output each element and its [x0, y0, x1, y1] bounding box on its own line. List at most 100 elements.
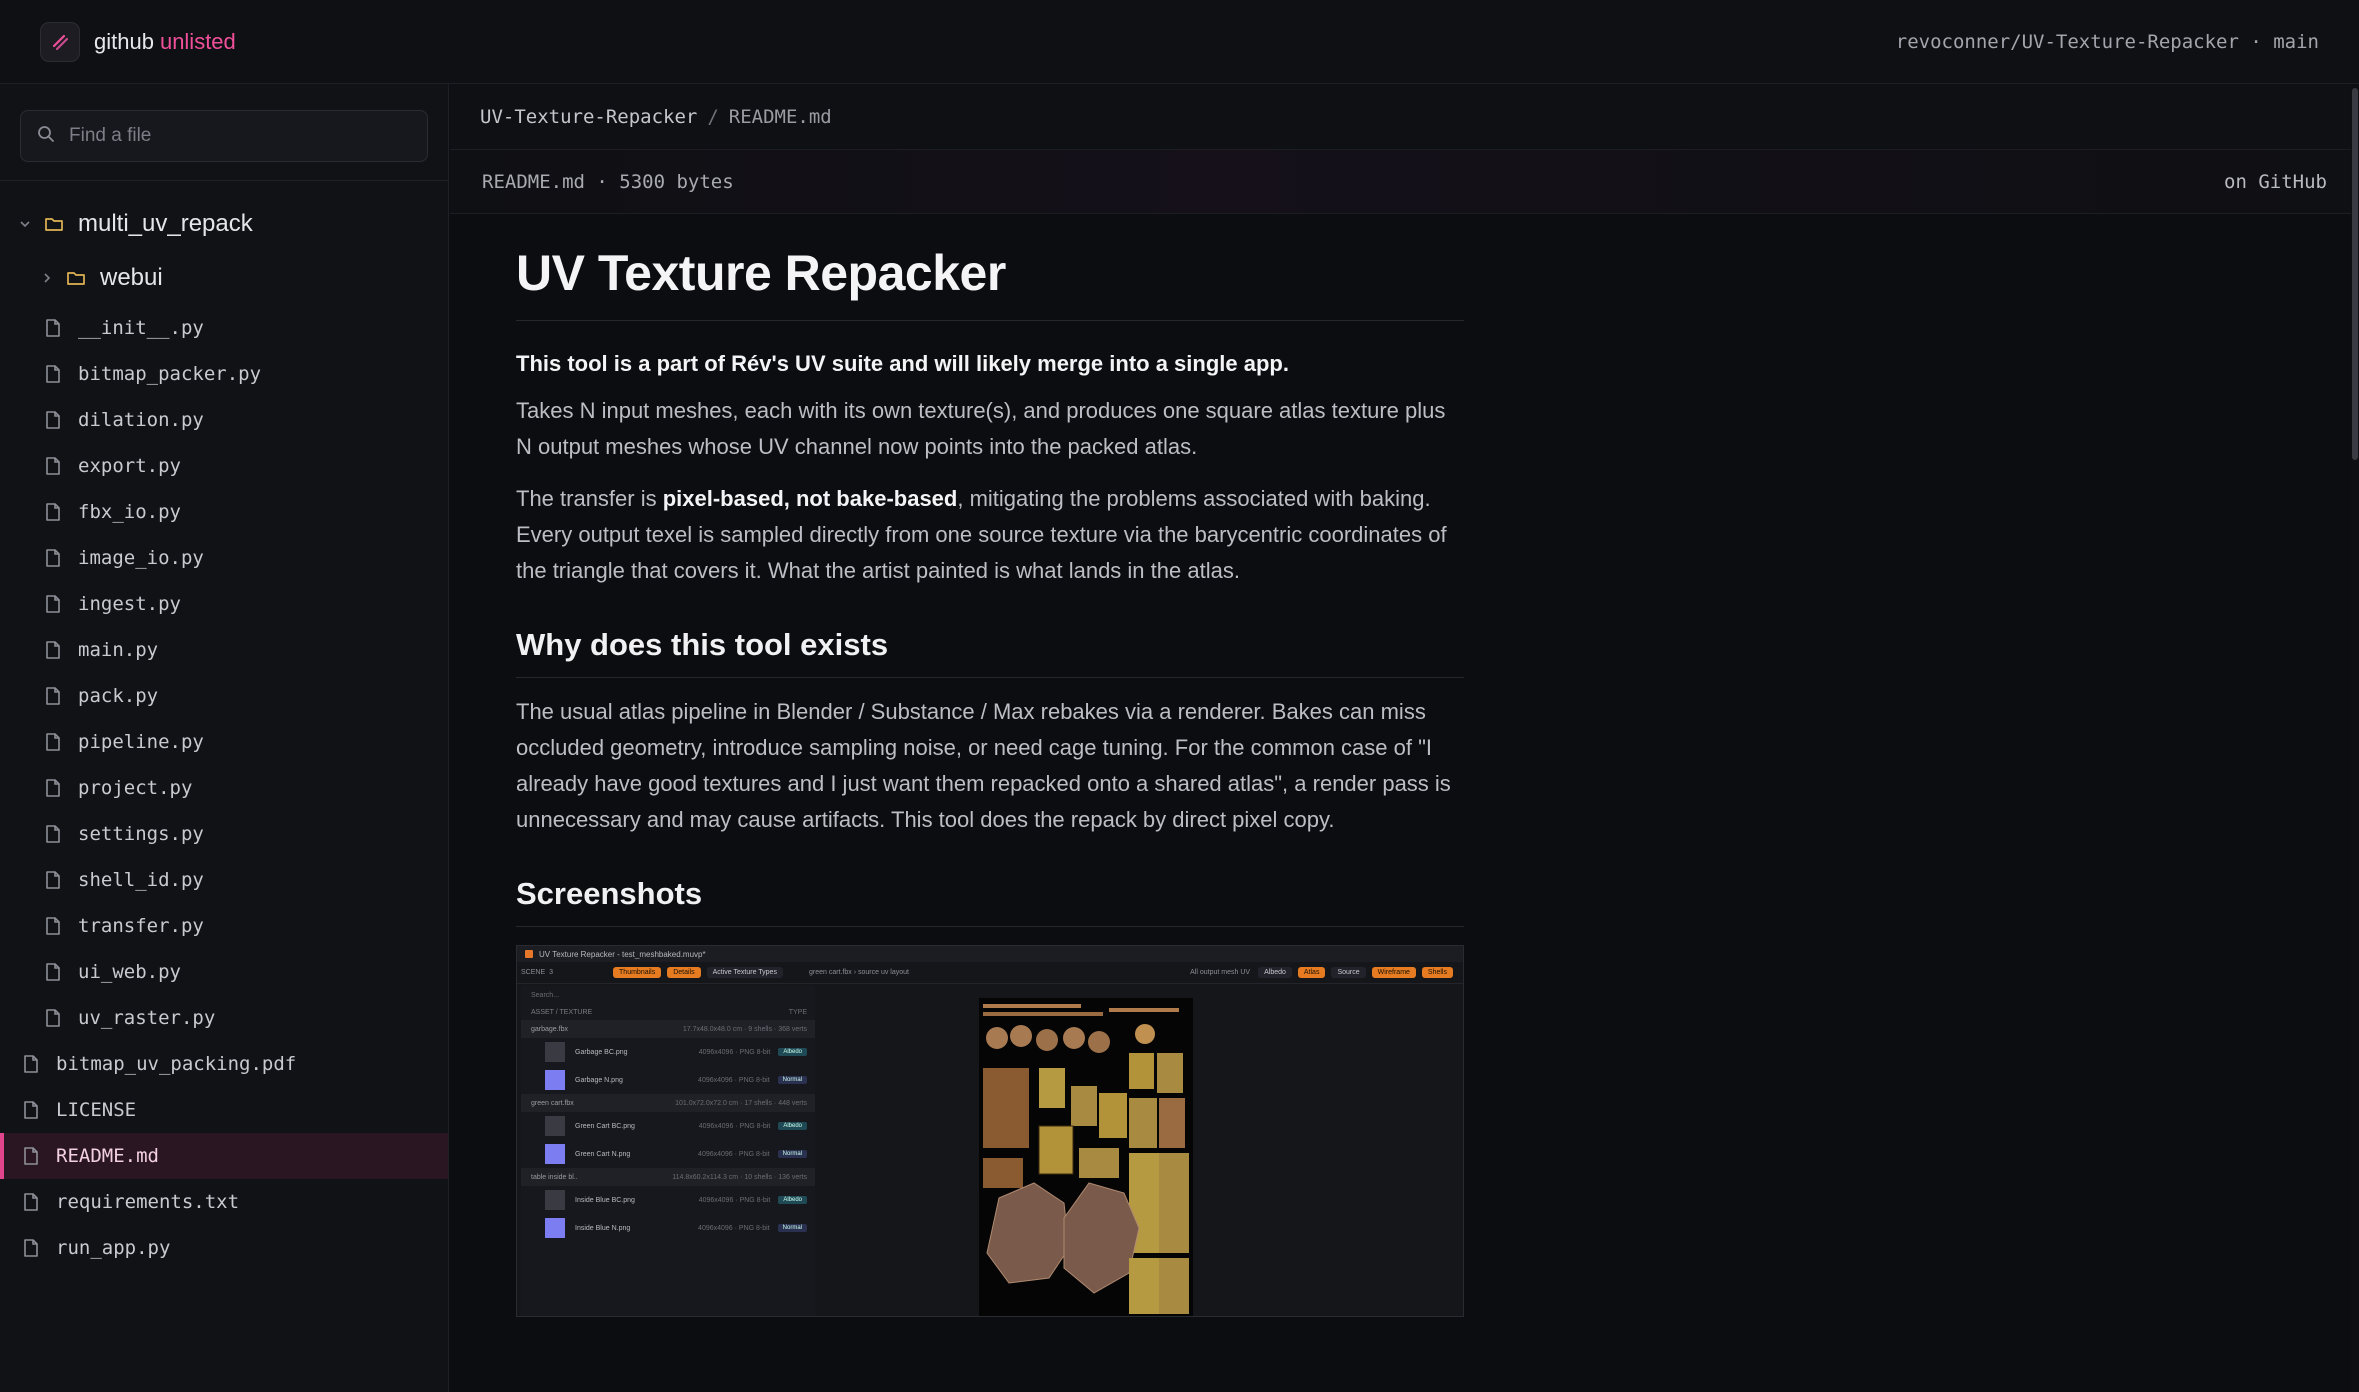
app-icon [525, 950, 533, 958]
shot-texture-type: Albedo [778, 1048, 807, 1056]
tree-file[interactable]: pack.py [0, 673, 448, 719]
scrollbar-thumb[interactable] [2352, 88, 2358, 460]
tree-file[interactable]: bitmap_uv_packing.pdf [0, 1041, 448, 1087]
tree-file[interactable]: ui_web.py [0, 949, 448, 995]
file-label: main.py [78, 639, 159, 661]
shot-col-asset: ASSET / TEXTURE [531, 1008, 593, 1016]
shot-search-text: Search... [531, 991, 560, 999]
readme-title: UV Texture Repacker [516, 214, 1464, 321]
main-panel: UV-Texture-Repacker / README.md README.m… [450, 84, 2359, 1392]
file-search[interactable] [20, 110, 428, 162]
repo-branch-ref[interactable]: revoconner/UV-Texture-Repacker · main [1896, 31, 2319, 53]
tree-file[interactable]: shell_id.py [0, 857, 448, 903]
file-label: shell_id.py [78, 869, 204, 891]
shot-texture-row: Green Cart N.png 4096x4096 · PNG 8-bit Nor… [521, 1140, 815, 1168]
shot-view-source: Source [1331, 967, 1366, 978]
shot-atlas-preview [979, 998, 1193, 1316]
file-icon [44, 548, 64, 568]
tree-file[interactable]: run_app.py [0, 1225, 448, 1271]
shot-channel-select: Albedo [1258, 967, 1292, 978]
section-heading-why: Why does this tool exists [516, 627, 1464, 678]
app-logo-icon[interactable] [40, 21, 80, 62]
shot-texture-meta: 4096x4096 · PNG 8-bit [698, 1150, 770, 1158]
shot-texture-row: Inside Blue N.png 4096x4096 · PNG 8-bit No… [521, 1214, 815, 1242]
search-input[interactable] [69, 125, 411, 147]
folder-icon [66, 268, 86, 288]
tree-file[interactable]: fbx_io.py [0, 489, 448, 535]
tree-file[interactable]: README.md [0, 1133, 448, 1179]
tree-file[interactable]: pipeline.py [0, 719, 448, 765]
tree-file[interactable]: project.py [0, 765, 448, 811]
tree-file[interactable]: __init__.py [0, 305, 448, 351]
chevron-down-icon[interactable] [18, 217, 32, 231]
file-label: export.py [78, 455, 181, 477]
folder-icon [44, 214, 64, 234]
text-run: The transfer is [516, 486, 663, 511]
chevron-right-icon[interactable] [40, 271, 54, 285]
github-link[interactable]: on GitHub [2224, 171, 2327, 193]
tree-file[interactable]: uv_raster.py [0, 995, 448, 1041]
file-icon [44, 686, 64, 706]
tree-file[interactable]: transfer.py [0, 903, 448, 949]
shot-texture-type: Normal [777, 1224, 807, 1232]
readme-content: UV Texture Repacker This tool is a part … [516, 214, 1464, 1317]
readme-lead: This tool is a part of Rév's UV suite an… [516, 351, 1289, 376]
section-heading-screenshots: Screenshots [516, 876, 1464, 927]
shot-group-row: garbage.fbx 17.7x48.0x48.0 cm · 9 shells … [521, 1020, 815, 1038]
tree-file[interactable]: LICENSE [0, 1087, 448, 1133]
file-info-bar: README.md · 5300 bytes on GitHub [450, 150, 2359, 214]
breadcrumb-repo[interactable]: UV-Texture-Repacker [480, 106, 697, 128]
shot-btn-shells: Shells [1421, 967, 1453, 978]
top-bar: github unlisted revoconner/UV-Texture-Rep… [0, 0, 2359, 84]
tree-file[interactable]: export.py [0, 443, 448, 489]
file-icon [22, 1146, 42, 1166]
scrollbar[interactable] [2351, 84, 2359, 1392]
file-label: project.py [78, 777, 193, 799]
file-tree: multi_uv_repack webui __init__.py bitmap_… [0, 181, 448, 1271]
file-tree-sidebar: multi_uv_repack webui __init__.py bitmap_… [0, 84, 449, 1392]
shot-columns: ASSET / TEXTURE TYPE [521, 1004, 815, 1020]
shot-search: Search... [521, 986, 815, 1004]
package-file-list: __init__.py bitmap_packer.py dilation.py ex… [0, 305, 448, 1041]
shot-texture-name: Garbage BC.png [575, 1048, 628, 1056]
file-icon [44, 1008, 64, 1028]
file-icon [44, 456, 64, 476]
shot-view-atlas: Atlas [1297, 967, 1326, 978]
brand[interactable]: github unlisted [94, 29, 236, 55]
tree-file[interactable]: main.py [0, 627, 448, 673]
tree-folder-multi-uv-repack[interactable]: multi_uv_repack [0, 197, 448, 251]
file-icon [44, 594, 64, 614]
file-label: image_io.py [78, 547, 204, 569]
shot-texture-row: Inside Blue BC.png 4096x4096 · PNG 8-bit A… [521, 1186, 815, 1214]
file-icon [44, 318, 64, 338]
readme-paragraph-transfer: The transfer is pixel-based, not bake-ba… [516, 481, 1464, 589]
file-label: ingest.py [78, 593, 181, 615]
folder-label: multi_uv_repack [78, 210, 253, 237]
shot-texture-meta: 4096x4096 · PNG 8-bit [698, 1224, 770, 1232]
file-icon [44, 824, 64, 844]
tree-file[interactable]: requirements.txt [0, 1179, 448, 1225]
tree-file[interactable]: image_io.py [0, 535, 448, 581]
readme-paragraph: The usual atlas pipeline in Blender / Su… [516, 699, 1451, 832]
tree-file[interactable]: dilation.py [0, 397, 448, 443]
file-icon [44, 870, 64, 890]
file-label: LICENSE [56, 1099, 137, 1121]
file-label: bitmap_packer.py [78, 363, 262, 385]
bold-text: pixel-based, not bake-based [662, 486, 958, 511]
texture-swatch [545, 1116, 565, 1136]
tree-file[interactable]: ingest.py [0, 581, 448, 627]
tree-folder-webui[interactable]: webui [0, 251, 448, 305]
tree-file[interactable]: settings.py [0, 811, 448, 857]
texture-swatch [545, 1070, 565, 1090]
shot-texture-type: Albedo [778, 1196, 807, 1204]
file-label: bitmap_uv_packing.pdf [56, 1053, 297, 1075]
texture-swatch [545, 1190, 565, 1210]
file-label: dilation.py [78, 409, 204, 431]
shot-texture-type: Normal [777, 1150, 807, 1158]
file-label: pack.py [78, 685, 159, 707]
file-label: transfer.py [78, 915, 204, 937]
breadcrumb-separator: / [707, 105, 719, 128]
tree-file[interactable]: bitmap_packer.py [0, 351, 448, 397]
shot-texture-type: Normal [777, 1076, 807, 1084]
shot-group-name: green cart.fbx [531, 1099, 574, 1107]
